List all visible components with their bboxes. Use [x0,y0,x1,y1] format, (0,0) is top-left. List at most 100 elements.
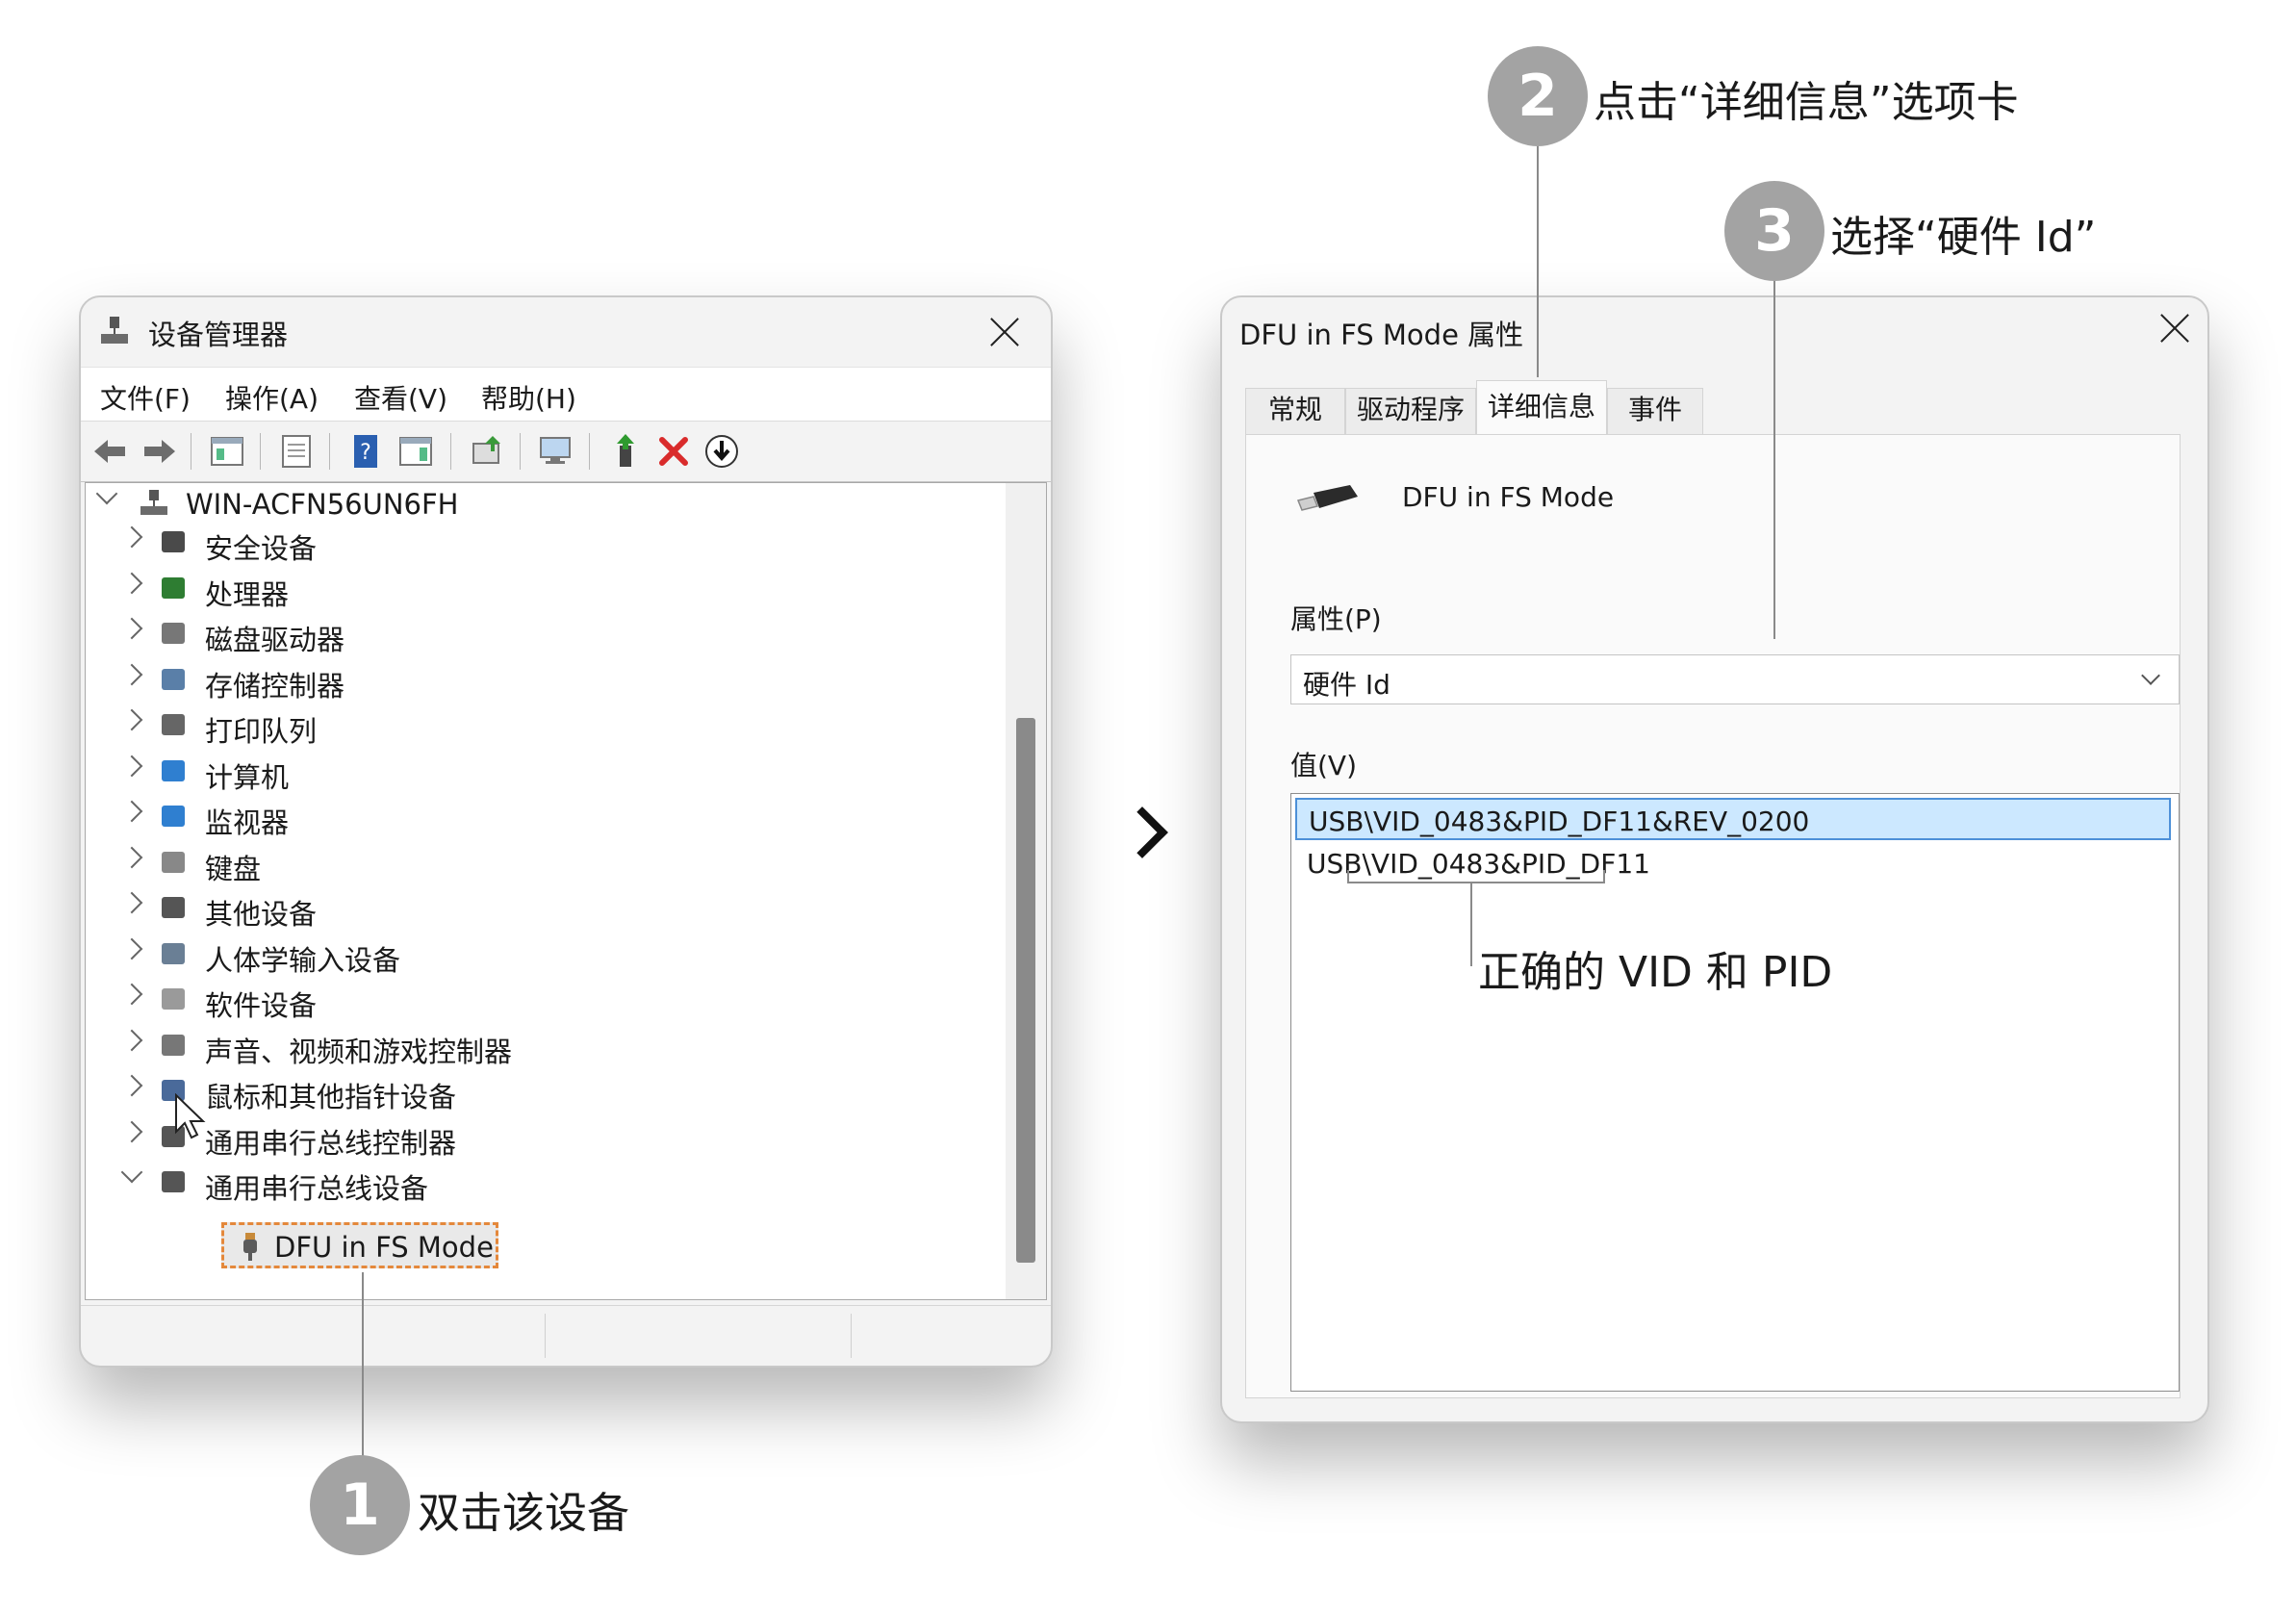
step3-leader-line [1773,281,1775,639]
monitor-icon [162,806,185,827]
show-hide-tree-icon[interactable] [208,432,246,471]
tree-category-item[interactable]: 计算机 [120,751,721,794]
security-device-icon [162,531,185,552]
tree-category-label: 通用串行总线设备 [205,1172,429,1205]
computer-icon [162,759,185,781]
tree-category-item[interactable]: 鼠标和其他指针设备 [120,1070,721,1113]
chevron-down-icon[interactable] [95,482,118,505]
svg-text:?: ? [360,441,371,465]
properties-titlebar: DFU in FS Mode 属性 [1222,297,2207,367]
action-pane-icon[interactable] [396,432,435,471]
tree-category-label: 软件设备 [205,989,318,1022]
property-label: 属性(P) [1290,603,1382,635]
chevron-down-icon[interactable] [120,1161,143,1184]
chevron-right-icon[interactable] [120,1029,143,1051]
chevron-right-icon[interactable] [120,755,143,777]
tab-general[interactable]: 常规 [1245,388,1345,434]
tree-category-item[interactable]: 声音、视频和游戏控制器 [120,1025,721,1068]
chevron-right-icon[interactable] [120,937,143,960]
tree-category-item[interactable]: 磁盘驱动器 [120,613,721,656]
chevron-right-icon[interactable] [120,891,143,914]
processor-icon [162,576,185,599]
value-text: USB\VID_0483&PID_DF11 [1307,848,1650,880]
tree-scrollbar-thumb[interactable] [1016,718,1035,1263]
software-device-icon [162,988,185,1010]
tab-driver[interactable]: 驱动程序 [1345,388,1476,434]
value-row[interactable]: USB\VID_0483&PID_DF11 [1295,842,2171,884]
chevron-right-icon[interactable] [120,572,143,594]
menu-help[interactable]: 帮助(H) [481,378,576,417]
vid-pid-bracket-left [1347,870,1349,883]
tree-scrollbar[interactable] [1006,483,1046,1299]
storage-controller-icon [162,668,185,690]
tab-bar: 常规 驱动程序 详细信息 事件 [1245,380,2169,438]
step3-text: 选择“硬件 Id” [1830,213,2097,262]
tree-category-item[interactable]: 其他设备 [120,887,721,931]
speaker-icon [162,1034,185,1056]
step1-badge: 1 [310,1455,410,1555]
update-driver-icon[interactable] [468,432,506,471]
close-button[interactable] [983,311,1026,353]
details-panel: DFU in FS Mode 属性(P) 硬件 Id 值(V) USB\VID_… [1245,434,2181,1398]
tree-category-item[interactable]: 键盘 [120,842,721,885]
tree-item-dfu-device[interactable]: DFU in FS Mode [228,1226,507,1268]
status-bar [81,1305,1051,1366]
tree-category-item[interactable]: 人体学输入设备 [120,934,721,977]
vid-pid-leader-line [1470,883,1472,966]
value-text: USB\VID_0483&PID_DF11&REV_0200 [1309,806,1810,837]
tree-category-item[interactable]: 软件设备 [120,979,721,1022]
menu-bar: 文件(F) 操作(A) 查看(V) 帮助(H) [81,367,1051,422]
toolbar-separator [329,433,330,470]
step2-leader-line [1537,146,1539,377]
tree-category-item[interactable]: 安全设备 [120,522,721,565]
menu-action[interactable]: 操作(A) [225,378,319,417]
mouse-cursor-icon [175,1093,206,1139]
tree-category-label: 声音、视频和游戏控制器 [205,1035,513,1068]
step1-text: 双击该设备 [418,1489,629,1538]
step2-badge: 2 [1488,46,1588,146]
tab-details[interactable]: 详细信息 [1476,380,1607,438]
tree-category-item[interactable]: 打印队列 [120,704,721,748]
chevron-right-icon[interactable] [120,525,143,549]
property-select-value: 硬件 Id [1303,669,1390,701]
tree-category-item[interactable]: 通用串行总线控制器 [120,1116,721,1160]
chevron-right-icon[interactable] [120,1120,143,1142]
chevron-down-icon[interactable] [2141,666,2160,685]
tree-category-label: 打印队列 [205,715,318,748]
chevron-right-icon[interactable] [120,708,143,731]
property-select[interactable]: 硬件 Id [1290,654,2180,704]
menu-view[interactable]: 查看(V) [354,378,447,417]
tree-category-item[interactable]: 监视器 [120,796,721,839]
tree-category-item[interactable]: 存储控制器 [120,659,721,703]
value-row-selected[interactable]: USB\VID_0483&PID_DF11&REV_0200 [1295,798,2171,840]
tree-category-item[interactable]: 处理器 [120,568,721,611]
forward-arrow-icon[interactable] [140,432,179,471]
tree-root-computer[interactable]: WIN-ACFN56UN6FH [95,482,769,525]
status-bar-separator [851,1314,852,1358]
tree-category-label: 鼠标和其他指针设备 [205,1081,457,1113]
chevron-right-icon[interactable] [120,663,143,685]
tab-events[interactable]: 事件 [1607,388,1703,434]
enable-device-icon[interactable] [606,432,645,471]
vid-pid-bracket-right [1603,870,1605,883]
uninstall-device-icon[interactable] [654,432,693,471]
menu-file[interactable]: 文件(F) [100,378,191,417]
download-driver-icon[interactable] [702,432,741,471]
scan-hardware-icon[interactable] [537,432,575,471]
vid-pid-note: 正确的 VID 和 PID [1478,948,1833,997]
dialog-close-button[interactable] [2154,307,2196,349]
disk-drive-icon [162,623,185,644]
tree-category-item[interactable]: 通用串行总线设备 [120,1161,721,1205]
tree-category-label: 存储控制器 [205,669,345,703]
chevron-right-icon[interactable] [120,846,143,868]
chevron-right-icon[interactable] [120,983,143,1006]
usb-icon [162,1171,185,1192]
chevron-right-icon[interactable] [120,617,143,640]
back-arrow-icon[interactable] [90,432,129,471]
properties-icon[interactable] [277,432,316,471]
help-icon[interactable]: ? [346,432,385,471]
step1-leader-line [362,1272,364,1457]
chevron-right-icon[interactable] [120,800,143,823]
chevron-right-icon[interactable] [120,1074,143,1097]
keyboard-icon [162,851,185,873]
